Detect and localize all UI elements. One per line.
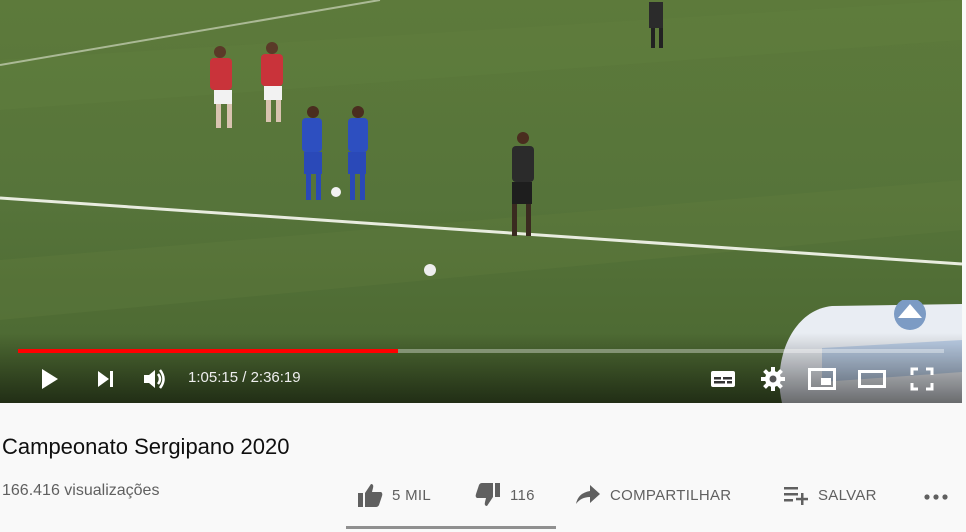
like-button[interactable]: 5 MIL (356, 480, 431, 510)
fullscreen-button[interactable] (905, 363, 939, 395)
next-icon (98, 371, 113, 387)
next-button[interactable] (90, 363, 122, 395)
theater-mode-button[interactable] (855, 363, 889, 395)
dislike-count: 116 (510, 486, 535, 504)
time-separator: / (238, 369, 251, 386)
video-player[interactable]: 1:05:15 / 2:36:19 (0, 0, 962, 403)
more-actions-button[interactable] (920, 482, 952, 512)
volume-icon (144, 369, 165, 389)
play-icon (42, 369, 58, 389)
like-count: 5 MIL (392, 486, 432, 504)
theater-mode-icon (858, 370, 886, 388)
view-count: 166.416 visualizações (2, 482, 160, 499)
share-button[interactable]: COMPARTILHAR (574, 480, 731, 510)
dislike-button[interactable]: 116 (474, 480, 535, 510)
thumbs-up-icon (358, 484, 383, 507)
save-label: SALVAR (818, 486, 877, 504)
share-arrow-icon (576, 485, 600, 504)
playlist-add-icon (784, 487, 808, 505)
thumbs-down-icon (475, 483, 500, 506)
more-horizontal-icon (924, 494, 948, 500)
time-display: 1:05:15 / 2:36:19 (188, 369, 301, 386)
progress-played (18, 349, 398, 353)
gear-icon (761, 367, 785, 391)
sentiment-bar (346, 526, 556, 529)
subtitles-button[interactable] (706, 363, 740, 395)
play-button[interactable] (32, 363, 66, 395)
progress-bar[interactable] (18, 349, 944, 353)
current-time: 1:05:15 (188, 369, 239, 386)
fullscreen-icon (910, 367, 934, 391)
share-label: COMPARTILHAR (610, 486, 732, 504)
settings-button[interactable] (756, 363, 790, 395)
volume-button[interactable] (138, 363, 172, 395)
video-title: Campeonato Sergipano 2020 (2, 434, 290, 459)
subtitles-icon (711, 371, 735, 387)
total-time: 2:36:19 (250, 369, 301, 386)
miniplayer-button[interactable] (805, 363, 839, 395)
save-button[interactable]: SALVAR (782, 480, 877, 510)
miniplayer-icon (808, 368, 836, 390)
